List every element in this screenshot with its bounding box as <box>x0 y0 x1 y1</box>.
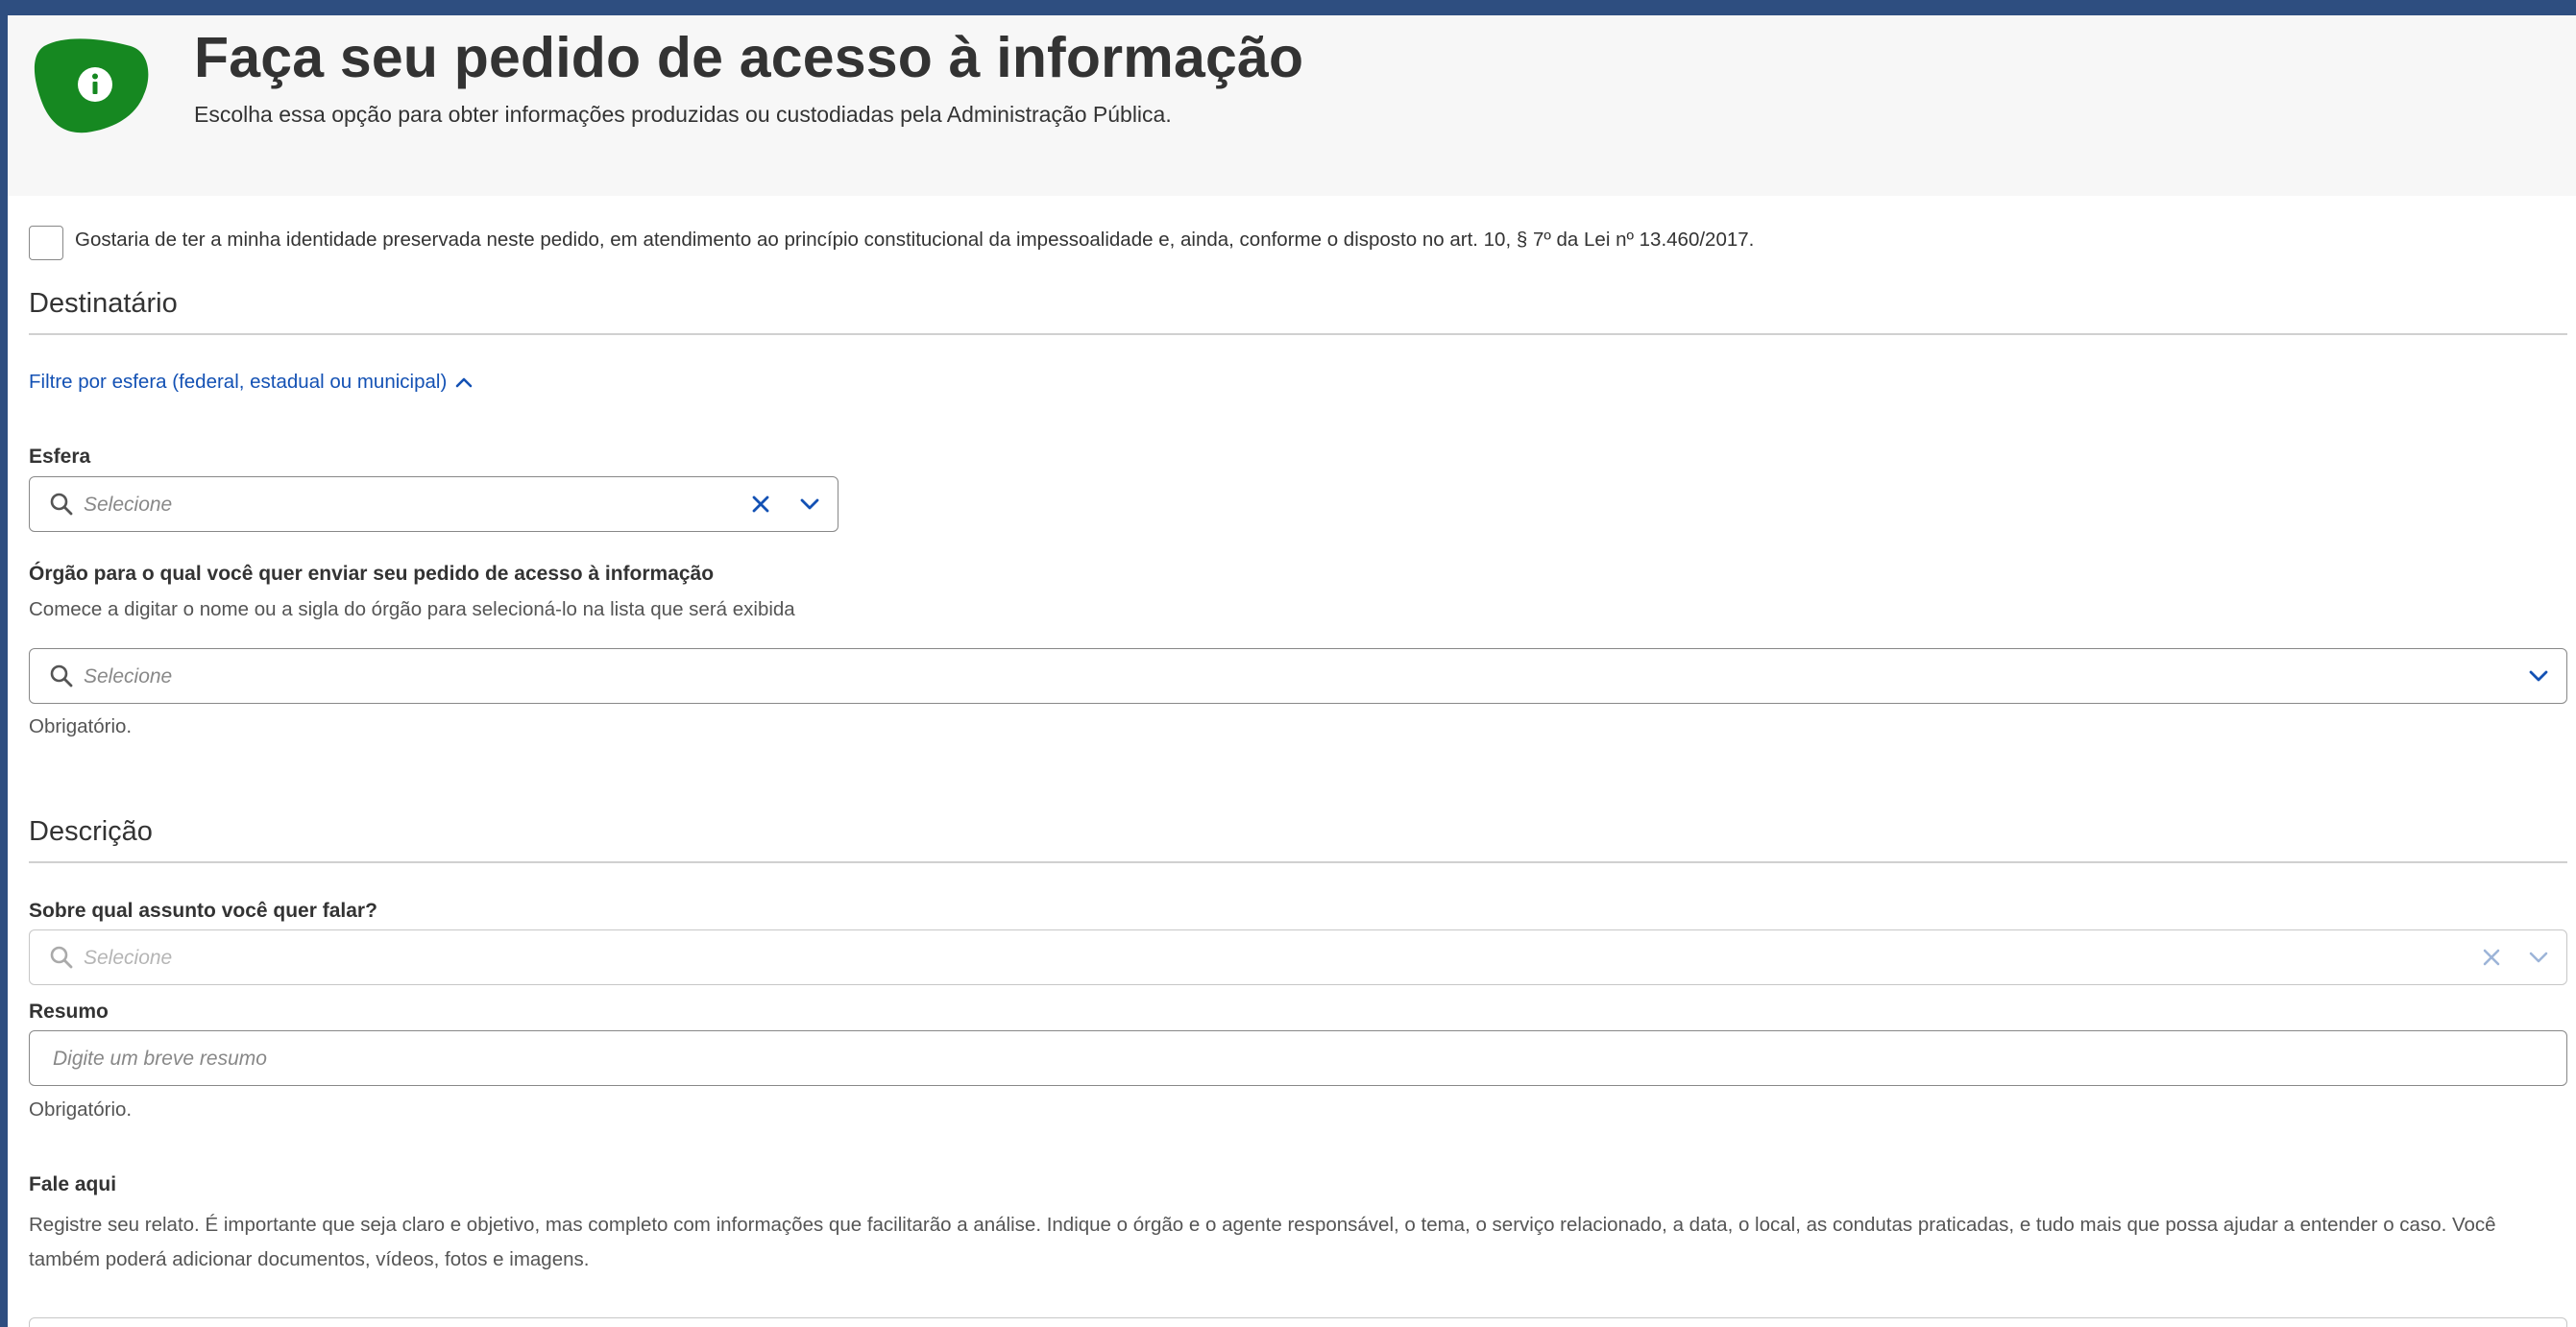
orgao-required-message: Obrigatório. <box>29 715 133 737</box>
page-header: Faça seu pedido de acesso à informação E… <box>8 15 2576 196</box>
assunto-label: Sobre qual assunto você quer falar? <box>29 900 377 922</box>
resumo-placeholder: Digite um breve resumo <box>53 1048 267 1070</box>
fale-aqui-textarea[interactable] <box>29 1317 2567 1327</box>
page-title: Faça seu pedido de acesso à informação <box>194 26 1304 89</box>
search-icon <box>50 493 73 516</box>
resumo-label: Resumo <box>29 1001 109 1023</box>
chevron-down-icon[interactable] <box>2527 665 2550 687</box>
orgao-label: Órgão para o qual você quer enviar seu p… <box>29 563 715 585</box>
assunto-placeholder: Selecione <box>84 947 173 969</box>
info-icon <box>34 38 149 133</box>
fale-aqui-help: Registre seu relato. É importante que se… <box>29 1214 2496 1270</box>
search-icon <box>50 946 73 969</box>
orgao-help: Comece a digitar o nome ou a sigla do ór… <box>29 598 795 620</box>
esfera-select[interactable]: Selecione <box>29 476 838 532</box>
orgao-placeholder: Selecione <box>84 665 173 688</box>
clear-icon[interactable] <box>750 494 771 515</box>
clear-icon[interactable] <box>2481 947 2502 968</box>
page: Faça seu pedido de acesso à informação E… <box>8 15 2576 1327</box>
chevron-down-icon[interactable] <box>798 494 821 515</box>
chevron-down-icon[interactable] <box>2527 947 2550 968</box>
identity-checkbox-label: Gostaria de ter a minha identidade prese… <box>75 229 1755 251</box>
filter-esfera-link[interactable]: Filtre por esfera (federal, estadual ou … <box>29 371 474 394</box>
fale-aqui-label: Fale aqui <box>29 1173 117 1195</box>
orgao-select[interactable]: Selecione <box>29 648 2567 704</box>
section-title-destinatario: Destinatário <box>29 288 178 319</box>
resumo-input[interactable]: Digite um breve resumo <box>29 1030 2567 1086</box>
resumo-required-message: Obrigatório. <box>29 1098 133 1121</box>
filter-esfera-link-label: Filtre por esfera (federal, estadual ou … <box>29 371 448 393</box>
divider <box>29 861 2567 863</box>
chevron-up-icon <box>455 377 473 388</box>
search-icon <box>50 664 73 688</box>
esfera-label: Esfera <box>29 446 91 468</box>
assunto-select[interactable]: Selecione <box>29 929 2567 985</box>
esfera-placeholder: Selecione <box>84 494 173 516</box>
identity-checkbox[interactable] <box>29 226 63 260</box>
divider <box>29 333 2567 335</box>
page-subtitle: Escolha essa opção para obter informaçõe… <box>194 102 1172 127</box>
section-title-descricao: Descrição <box>29 816 153 847</box>
